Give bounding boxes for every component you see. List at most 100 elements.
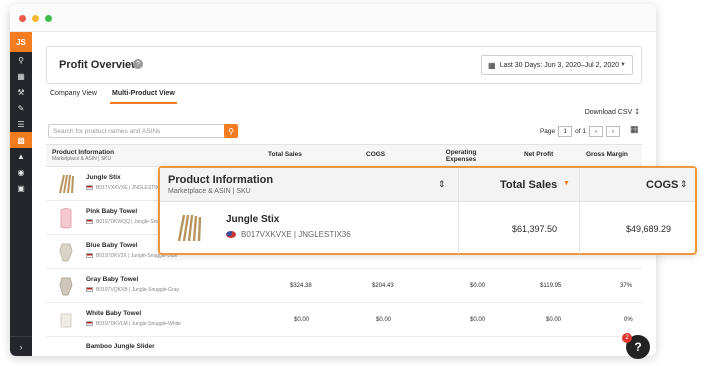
date-range-label: Last 30 Days: Jun 3, 2020–Jul 2, 2020 — [499, 61, 620, 69]
callout-product-name[interactable]: Jungle Stix — [226, 214, 279, 225]
net-profit-cell: $119.95 — [540, 283, 562, 289]
notification-badge: 2 — [622, 333, 632, 343]
product-image — [52, 171, 80, 197]
pagination: Page 1 of 1 ‹ › — [540, 126, 620, 137]
net-profit-cell: $0.00 — [546, 317, 562, 323]
dashboard-icon[interactable]: ▦ — [10, 68, 32, 84]
app-logo[interactable]: JS — [10, 32, 32, 52]
gross-margin-cell: 37% — [620, 283, 633, 289]
search-icon[interactable]: ⚲ — [10, 52, 32, 68]
close-window-button[interactable] — [19, 15, 26, 22]
table-row[interactable]: Bamboo Jungle Slider — [46, 337, 642, 355]
total-sales-cell: $324.38 — [290, 283, 312, 289]
opex-cell: $0.00 — [470, 317, 486, 323]
academy-icon[interactable]: ▲ — [10, 148, 32, 164]
sidebar: JS ⚲ ▦ ⚒ ✎ ☰ ▩ ▲ ◉ ▣ › — [10, 32, 32, 356]
col-cogs[interactable]: COGS — [366, 151, 385, 158]
callout-cogs-header[interactable]: COGS — [646, 179, 678, 191]
product-name[interactable]: Jungle Stix — [86, 174, 121, 181]
col-product-info[interactable]: Product Information Marketplace & ASIN |… — [52, 149, 114, 162]
download-csv-button[interactable]: Download CSV ↧ — [585, 108, 640, 116]
callout-product-subheader: Marketplace & ASIN | SKU — [168, 188, 251, 195]
maximize-window-button[interactable] — [45, 15, 52, 22]
product-image — [52, 307, 80, 333]
us-flag-icon — [86, 185, 93, 191]
search-input[interactable]: Search for product names and ASINs — [48, 124, 226, 138]
chevron-down-icon: ▼ — [620, 62, 626, 68]
us-flag-icon — [226, 231, 236, 239]
sort-desc-icon[interactable]: ▼ — [563, 180, 570, 187]
extension-icon[interactable]: ◉ — [10, 164, 32, 180]
callout-header: Product Information Marketplace & ASIN |… — [160, 168, 695, 202]
product-asin: B0197VQKXB | Jungle-Snuggle-Gray — [86, 287, 179, 293]
page-count: of 1 — [575, 128, 586, 135]
search-icon[interactable]: ⚲ — [224, 124, 238, 138]
expand-sidebar-icon[interactable]: › — [10, 336, 32, 356]
tools-icon[interactable]: ⚒ — [10, 84, 32, 100]
product-name[interactable]: Blue Baby Towel — [86, 242, 138, 249]
product-image — [52, 239, 80, 265]
title-bar — [10, 4, 656, 32]
callout-total-sales-header[interactable]: Total Sales — [500, 179, 557, 191]
product-asin-text: B017VXKVXE | JNGLESTIX36 — [96, 185, 165, 191]
page-title: Profit Overview — [59, 59, 140, 71]
product-asin: B017VXKVXE | JNGLESTIX36 — [86, 185, 165, 191]
header-card: Profit Overview ? ▦ Last 30 Days: Jun 3,… — [46, 46, 642, 84]
gross-margin-cell: 0% — [624, 317, 633, 323]
col-total-sales[interactable]: Total Sales — [268, 151, 302, 158]
product-asin-text: B0197VQKXB | Jungle-Snuggle-Gray — [96, 287, 180, 293]
page-input[interactable]: 1 — [558, 126, 573, 137]
table-row[interactable]: White Baby Towel B0197DKVLM | Jungle-Snu… — [46, 303, 642, 337]
product-name[interactable]: White Baby Towel — [86, 310, 141, 317]
megaphone-icon[interactable]: ✎ — [10, 100, 32, 116]
product-name[interactable]: Gray Baby Towel — [86, 276, 138, 283]
product-image — [52, 273, 80, 299]
col-net-profit[interactable]: Net Profit — [524, 151, 553, 158]
tab-company-view[interactable]: Company View — [50, 90, 97, 97]
table-header: Product Information Marketplace & ASIN |… — [46, 145, 642, 167]
table-row[interactable]: Gray Baby Towel B0197VQKXB | Jungle-Snug… — [46, 269, 642, 303]
product-image — [172, 212, 206, 244]
callout-product-asin: B017VXKVXE | JNGLESTIX36 — [226, 230, 351, 239]
total-sales-cell: $0.00 — [294, 317, 310, 323]
opex-cell: $0.00 — [470, 283, 486, 289]
cogs-cell: $204.43 — [372, 283, 394, 289]
column-divider — [579, 168, 580, 254]
cogs-cell: $0.00 — [376, 317, 392, 323]
download-csv-label: Download CSV — [584, 109, 633, 116]
cart-icon[interactable]: ▣ — [10, 180, 32, 196]
callout-cogs-value: $49,689.29 — [626, 224, 672, 234]
product-name[interactable]: Bamboo Jungle Slider — [86, 343, 155, 350]
product-asin: B0197DKVLM | Jungle-Snuggle-White — [86, 321, 181, 327]
product-name[interactable]: Pink Baby Towel — [86, 208, 137, 215]
us-flag-icon — [86, 287, 93, 293]
product-asin-text: B0197DKVLM | Jungle-Snuggle-White — [96, 321, 181, 327]
us-flag-icon — [86, 321, 93, 327]
us-flag-icon — [86, 253, 93, 259]
product-image — [52, 205, 80, 231]
calendar-icon: ▦ — [488, 60, 496, 70]
profit-chart-icon[interactable]: ▩ — [10, 132, 32, 148]
callout-product-header[interactable]: Product Information — [168, 174, 273, 186]
col-product-info-sub: Marketplace & ASIN | SKU — [52, 156, 112, 162]
minimize-window-button[interactable] — [32, 15, 39, 22]
download-icon: ↧ — [634, 109, 640, 116]
col-gross-margin[interactable]: Gross Margin — [586, 151, 628, 158]
prev-page-button[interactable]: ‹ — [589, 126, 603, 137]
sort-icon[interactable]: ⇕ — [438, 179, 446, 190]
tab-multi-product-view[interactable]: Multi-Product View — [110, 90, 177, 104]
col-operating-expenses[interactable]: Operating Expenses — [436, 149, 486, 163]
column-divider — [458, 168, 459, 254]
page-label: Page — [539, 128, 556, 135]
zoomed-row-callout: Product Information Marketplace & ASIN |… — [158, 166, 697, 255]
us-flag-icon — [86, 219, 93, 225]
columns-settings-icon[interactable]: ▦ — [630, 124, 642, 136]
col-product-info-label: Product Information — [52, 149, 115, 156]
inventory-icon[interactable]: ☰ — [10, 116, 32, 132]
sort-icon[interactable]: ⇕ — [680, 179, 688, 190]
help-icon[interactable]: ? — [133, 59, 143, 69]
callout-product-asin-text: B017VXKVXE | JNGLESTIX36 — [241, 230, 351, 239]
date-range-select[interactable]: ▦ Last 30 Days: Jun 3, 2020–Jul 2, 2020 … — [481, 55, 633, 75]
next-page-button[interactable]: › — [606, 126, 620, 137]
callout-total-sales-value: $61,397.50 — [512, 224, 558, 234]
